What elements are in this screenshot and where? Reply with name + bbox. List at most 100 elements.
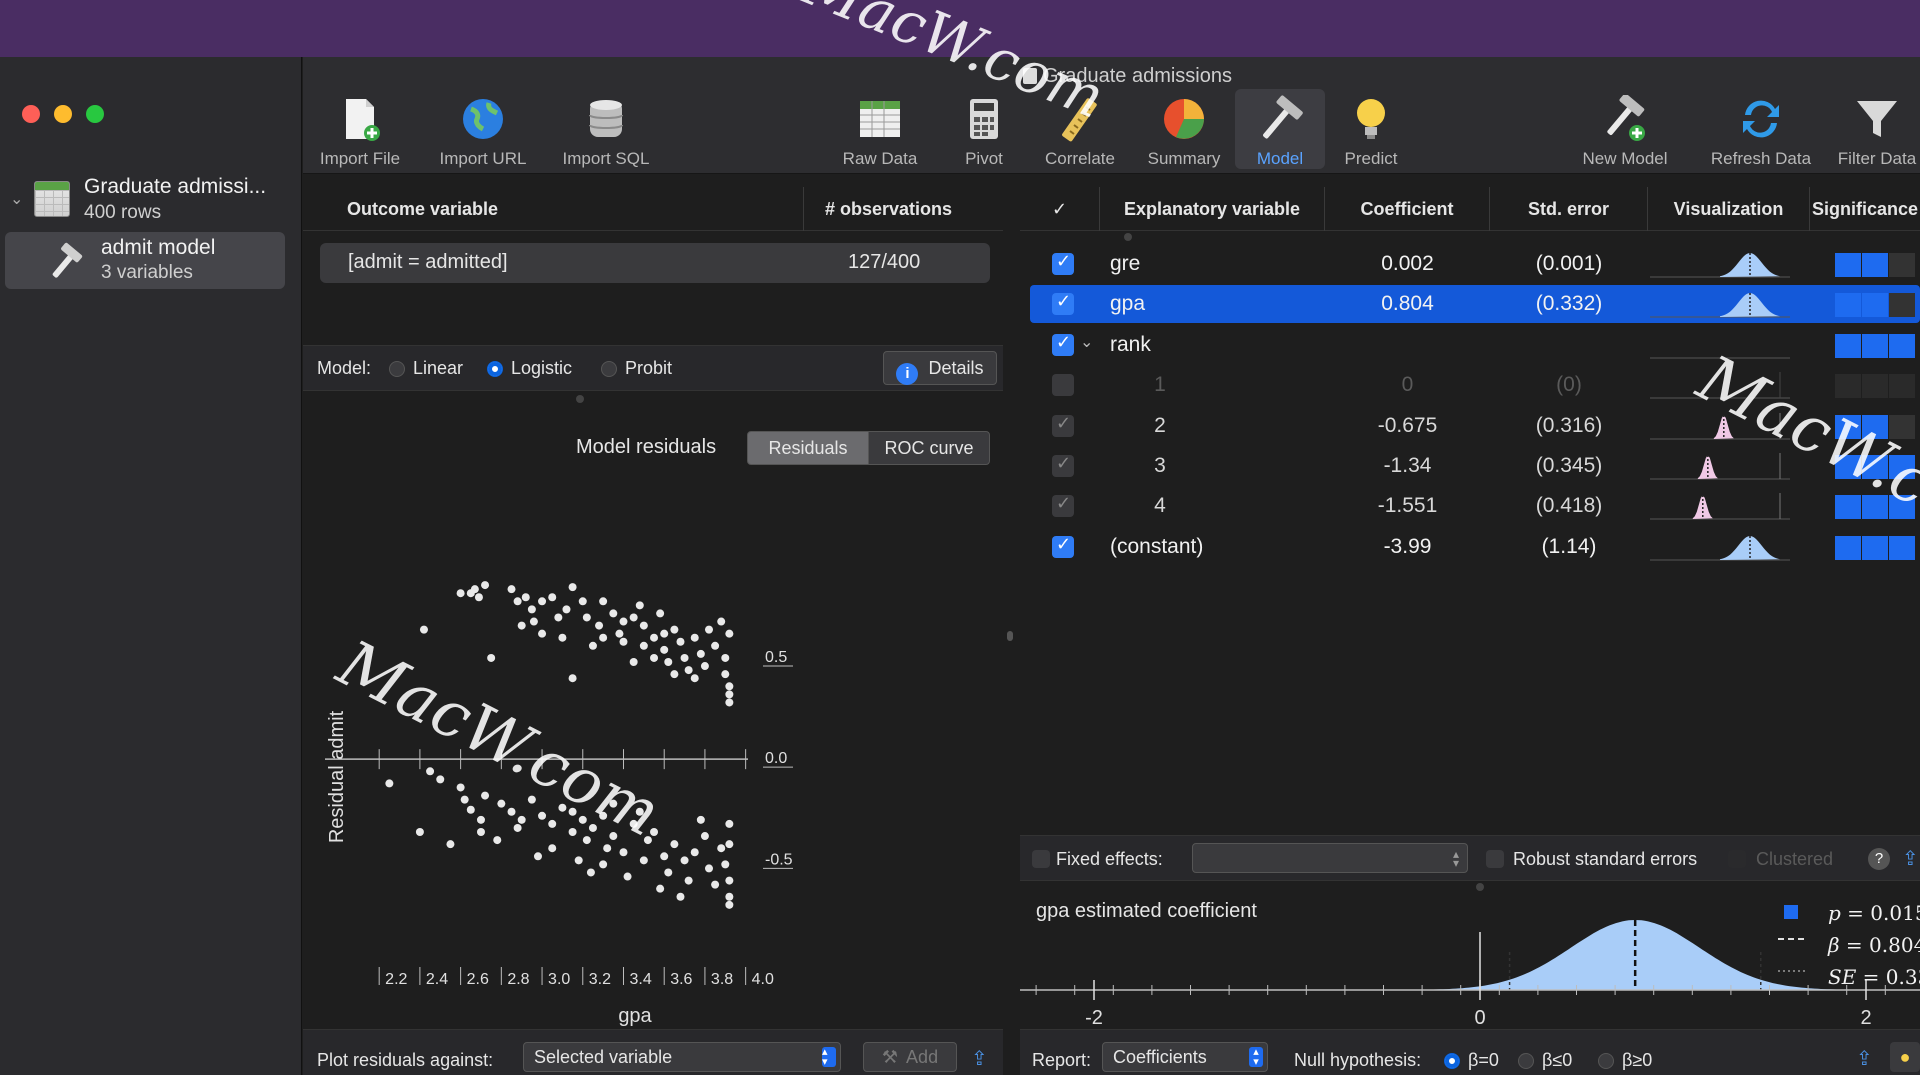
data-point xyxy=(595,621,604,630)
row-checkbox[interactable] xyxy=(1052,534,1074,558)
help-button[interactable]: ? xyxy=(1868,848,1890,870)
table-row[interactable]: 3 -1.34 (0.345) xyxy=(1030,447,1920,485)
sidebar-item-document[interactable]: ⌄ Graduate admissi... 400 rows xyxy=(8,175,298,235)
radio-null-eq[interactable] xyxy=(1444,1053,1460,1069)
data-point xyxy=(639,621,648,630)
data-point xyxy=(419,625,428,634)
legend-entry: p = 0.015 xyxy=(1828,901,1920,925)
variable-name: (constant) xyxy=(1110,534,1204,558)
zoom-window-button[interactable] xyxy=(86,105,104,123)
share-icon[interactable]: ⇪ xyxy=(1856,1046,1873,1071)
significance-bar xyxy=(1835,455,1861,479)
tab-residuals[interactable]: Residuals xyxy=(747,431,869,465)
share-icon[interactable]: ⇪ xyxy=(971,1046,988,1071)
plot-against-select[interactable]: Selected variable ▴ ▾ xyxy=(523,1042,841,1072)
database-icon xyxy=(589,100,623,137)
table-row[interactable]: 1 0 (0) xyxy=(1030,366,1920,404)
std-error-column-header[interactable]: Std. error xyxy=(1490,187,1648,231)
table-icon xyxy=(34,181,70,217)
significance-bar xyxy=(1835,374,1861,399)
data-point xyxy=(635,807,644,816)
radio-linear[interactable] xyxy=(389,361,405,377)
null-option-le[interactable]: β≤0 xyxy=(1518,1050,1572,1071)
model-option-logistic[interactable]: Logistic xyxy=(487,358,572,379)
coefficient-value: -1.34 xyxy=(1383,454,1432,477)
data-point xyxy=(643,836,652,845)
summary-button[interactable]: Summary xyxy=(1139,95,1229,169)
check-column-header[interactable]: ✓ xyxy=(1020,187,1100,231)
null-option-eq[interactable]: β=0 xyxy=(1444,1050,1499,1071)
ruler-icon xyxy=(1062,98,1097,142)
import-url-button[interactable]: Import URL xyxy=(433,95,533,169)
row-checkbox[interactable] xyxy=(1052,413,1074,437)
new-model-button[interactable]: New Model xyxy=(1575,95,1675,169)
null-option-ge[interactable]: β≥0 xyxy=(1598,1050,1652,1071)
outcome-variable-row[interactable]: [admit = admitted] 127/400 xyxy=(320,243,990,283)
clustered-checkbox[interactable] xyxy=(1728,850,1746,868)
fixed-effects-select[interactable]: ▴ ▾ xyxy=(1192,843,1468,873)
split-handle[interactable] xyxy=(576,395,584,403)
raw-data-button[interactable]: Raw Data xyxy=(835,95,925,169)
data-point xyxy=(725,840,734,849)
row-checkbox[interactable] xyxy=(1052,332,1074,356)
minimize-window-button[interactable] xyxy=(54,105,72,123)
row-checkbox[interactable] xyxy=(1052,251,1074,275)
outcome-column-header[interactable]: Outcome variable xyxy=(347,199,498,220)
variable-column-header[interactable]: Explanatory variable xyxy=(1100,187,1325,231)
radio-null-le[interactable] xyxy=(1518,1053,1534,1069)
table-row[interactable]: gre 0.002 (0.001) xyxy=(1030,245,1920,283)
model-option-linear[interactable]: Linear xyxy=(389,358,463,379)
details-button[interactable]: i Details xyxy=(883,351,997,385)
predict-button[interactable]: Predict xyxy=(1331,95,1411,169)
report-select[interactable]: Coefficients ▴ ▾ xyxy=(1102,1042,1268,1072)
coefficient-column-header[interactable]: Coefficient xyxy=(1325,187,1490,231)
robust-checkbox[interactable] xyxy=(1486,850,1504,868)
radio-probit[interactable] xyxy=(601,361,617,377)
legend-symbol: β xyxy=(1827,933,1846,957)
import-sql-button[interactable]: Import SQL xyxy=(556,95,656,169)
visualization-column-header[interactable]: Visualization xyxy=(1648,187,1810,231)
row-checkbox[interactable] xyxy=(1052,453,1074,477)
sidebar-item-model[interactable]: admit model 3 variables xyxy=(5,232,285,289)
x-tick-label: 3.6 xyxy=(670,971,692,988)
fixed-effects-checkbox[interactable] xyxy=(1032,850,1050,868)
data-point xyxy=(725,629,734,638)
table-row[interactable]: (constant) -3.99 (1.14) xyxy=(1030,528,1920,566)
table-row[interactable]: gpa 0.804 (0.332) xyxy=(1030,285,1920,324)
radio-logistic[interactable] xyxy=(487,361,503,377)
lightbulb-icon[interactable]: ● xyxy=(1890,1042,1920,1072)
radio-null-ge[interactable] xyxy=(1598,1053,1614,1069)
correlate-button[interactable]: Correlate xyxy=(1035,95,1125,169)
tab-roc-curve[interactable]: ROC curve xyxy=(868,431,990,465)
close-window-button[interactable] xyxy=(22,105,40,123)
select-arrows-icon: ▴ ▾ xyxy=(1452,847,1459,870)
variable-name: gre xyxy=(1110,252,1141,275)
split-handle[interactable] xyxy=(1476,883,1484,891)
add-button[interactable]: ⚒ Add xyxy=(863,1042,957,1072)
model-button[interactable]: Model xyxy=(1235,89,1325,169)
split-handle[interactable] xyxy=(1124,233,1132,241)
significance-bar xyxy=(1835,535,1861,560)
table-row[interactable]: 2 -0.675 (0.316) xyxy=(1030,407,1920,445)
pane-divider-handle[interactable] xyxy=(1007,631,1013,641)
data-point xyxy=(609,799,618,808)
chevron-down-icon[interactable]: ⌄ xyxy=(10,189,23,209)
row-checkbox[interactable] xyxy=(1052,291,1074,316)
row-checkbox[interactable] xyxy=(1052,374,1074,397)
model-option-probit[interactable]: Probit xyxy=(601,358,672,379)
filter-data-button[interactable]: Filter Data xyxy=(1837,95,1917,169)
significance-column-header[interactable]: Significance xyxy=(1810,187,1920,231)
toolbar: Graduate admissions Import File Import U… xyxy=(303,57,1920,174)
row-checkbox[interactable] xyxy=(1052,493,1074,518)
refresh-data-button[interactable]: Refresh Data xyxy=(1701,95,1821,169)
chevron-down-icon[interactable]: ⌄ xyxy=(1080,332,1093,352)
std-error-value: (0.345) xyxy=(1535,454,1603,477)
observations-column-header[interactable]: # observations xyxy=(825,199,952,220)
import-file-button[interactable]: Import File xyxy=(315,95,405,169)
share-icon[interactable]: ⇪ xyxy=(1902,846,1919,871)
table-row[interactable]: 4 -1.551 (0.418) xyxy=(1030,487,1920,525)
data-point xyxy=(690,674,699,683)
pivot-button[interactable]: Pivot xyxy=(949,95,1019,169)
table-row[interactable]: ⌄ rank xyxy=(1030,326,1920,364)
data-point xyxy=(704,864,713,873)
